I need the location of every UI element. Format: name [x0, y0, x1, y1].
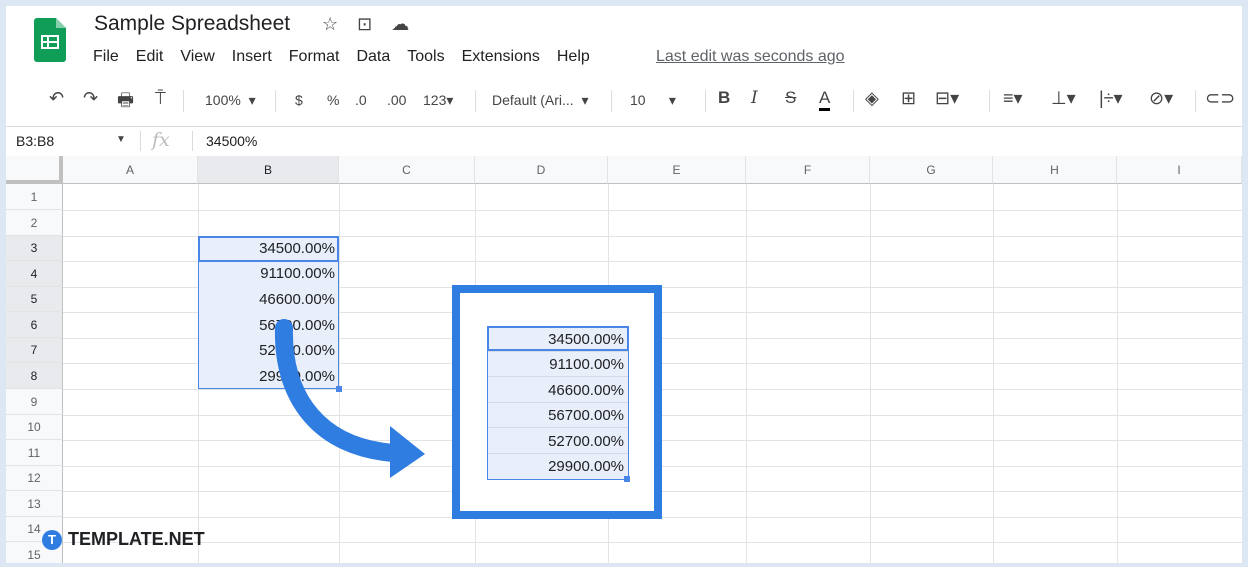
zoom-cell-6: 29900.00%: [548, 458, 624, 475]
row-header-13[interactable]: 13: [6, 491, 63, 517]
select-all-corner[interactable]: [6, 156, 63, 184]
last-edit-link[interactable]: Last edit was seconds ago: [656, 48, 845, 66]
text-wrap-icon[interactable]: |÷▾: [1099, 88, 1123, 109]
zoom-cell-4: 56700.00%: [488, 403, 628, 428]
menu-data[interactable]: Data: [356, 48, 390, 66]
cell-b3[interactable]: 34500.00%: [198, 240, 335, 257]
column-header-g[interactable]: G: [870, 156, 993, 184]
percent-button[interactable]: %: [327, 92, 339, 108]
horizontal-align-icon[interactable]: ≡▾: [1003, 88, 1023, 109]
column-header-a[interactable]: A: [63, 156, 198, 184]
menu-file[interactable]: File: [93, 48, 119, 66]
increase-decimal-button[interactable]: .00: [387, 92, 406, 108]
strikethrough-button[interactable]: S: [785, 88, 796, 108]
zoom-cell-2: 91100.00%: [488, 352, 628, 377]
template-net-logo: T TEMPLATE.NET: [42, 529, 205, 550]
row-header-10[interactable]: 10: [6, 415, 63, 440]
fill-color-icon[interactable]: ◈: [865, 88, 879, 109]
merge-cells-icon[interactable]: ⊟▾: [935, 88, 959, 109]
column-header-d[interactable]: D: [475, 156, 608, 184]
cloud-status-icon[interactable]: ☁: [391, 14, 409, 35]
fx-icon: fx: [152, 129, 170, 151]
row-header-11[interactable]: 11: [6, 440, 63, 466]
frame-border-bottom: [0, 563, 1248, 567]
star-icon[interactable]: ☆: [322, 14, 338, 35]
formula-input[interactable]: 34500%: [206, 133, 257, 149]
menu-extensions[interactable]: Extensions: [462, 48, 540, 66]
zoom-select[interactable]: 100% ▾: [205, 92, 256, 109]
italic-button[interactable]: I: [751, 88, 758, 108]
paint-format-icon[interactable]: ⍑: [155, 88, 166, 109]
name-box[interactable]: B3:B8: [16, 133, 54, 149]
print-icon[interactable]: 🖶: [117, 88, 134, 118]
cell-b4[interactable]: 91100.00%: [198, 265, 335, 282]
column-header-e[interactable]: E: [608, 156, 746, 184]
row-header-1[interactable]: 1: [6, 184, 63, 210]
menu-format[interactable]: Format: [289, 48, 340, 66]
column-header-h[interactable]: H: [993, 156, 1117, 184]
vertical-align-icon[interactable]: ⊥▾: [1051, 88, 1076, 109]
font-size-select[interactable]: 10 ▾: [630, 92, 676, 109]
undo-icon[interactable]: ↶: [49, 88, 64, 109]
cell-b5[interactable]: 46600.00%: [198, 291, 335, 308]
move-to-folder-icon[interactable]: ⊡: [357, 14, 372, 35]
zoom-cell-3: 46600.00%: [488, 378, 628, 403]
name-box-dropdown-icon[interactable]: ▼: [116, 134, 126, 145]
zoom-active-cell: [487, 326, 629, 351]
more-formats-select[interactable]: 123▾: [423, 92, 453, 109]
row-header-7[interactable]: 7: [6, 338, 63, 363]
menu-bar: File Edit View Insert Format Data Tools …: [93, 48, 607, 66]
currency-button[interactable]: $: [295, 92, 303, 108]
menu-help[interactable]: Help: [557, 48, 590, 66]
menu-insert[interactable]: Insert: [232, 48, 272, 66]
row-header-5[interactable]: 5: [6, 287, 63, 312]
zoom-fill-handle: [624, 476, 630, 482]
row-header-2[interactable]: 2: [6, 210, 63, 236]
bold-button[interactable]: B: [718, 88, 730, 108]
zoom-cell-5: 52700.00%: [488, 429, 628, 454]
insert-link-icon[interactable]: ⊂⊃: [1205, 88, 1235, 109]
sheets-logo-icon[interactable]: [34, 18, 66, 62]
template-badge-icon: T: [42, 529, 62, 550]
redo-icon[interactable]: ↷: [83, 88, 98, 109]
row-header-6[interactable]: 6: [6, 312, 63, 338]
column-header-b[interactable]: B: [198, 156, 339, 184]
menu-tools[interactable]: Tools: [407, 48, 444, 66]
row-header-3[interactable]: 3: [6, 236, 63, 261]
borders-icon[interactable]: ⊞: [901, 88, 916, 109]
decrease-decimal-button[interactable]: .0: [355, 92, 367, 108]
document-title[interactable]: Sample Spreadsheet: [94, 12, 290, 36]
row-header-9[interactable]: 9: [6, 389, 63, 415]
column-header-f[interactable]: F: [746, 156, 870, 184]
menu-view[interactable]: View: [180, 48, 214, 66]
row-header-12[interactable]: 12: [6, 466, 63, 491]
font-select[interactable]: Default (Ari... ▾: [492, 92, 589, 109]
toolbar: ↶ ↷ 🖶 ⍑ 100% ▾ $ % .0 .00 123▾ Default (…: [45, 88, 1245, 116]
row-header-4[interactable]: 4: [6, 261, 63, 287]
column-header-c[interactable]: C: [339, 156, 475, 184]
formula-bar: B3:B8 ▼ fx 34500%: [6, 126, 1242, 157]
curved-arrow-icon: [274, 319, 425, 478]
row-header-8[interactable]: 8: [6, 363, 63, 389]
column-header-i[interactable]: I: [1117, 156, 1242, 184]
brand-name: TEMPLATE.NET: [68, 529, 205, 549]
frame-border-top: [0, 0, 1248, 6]
text-rotation-icon[interactable]: ⊘▾: [1149, 88, 1173, 109]
text-color-button[interactable]: A: [819, 88, 831, 111]
frame-border-right: [1242, 0, 1248, 567]
menu-edit[interactable]: Edit: [136, 48, 164, 66]
